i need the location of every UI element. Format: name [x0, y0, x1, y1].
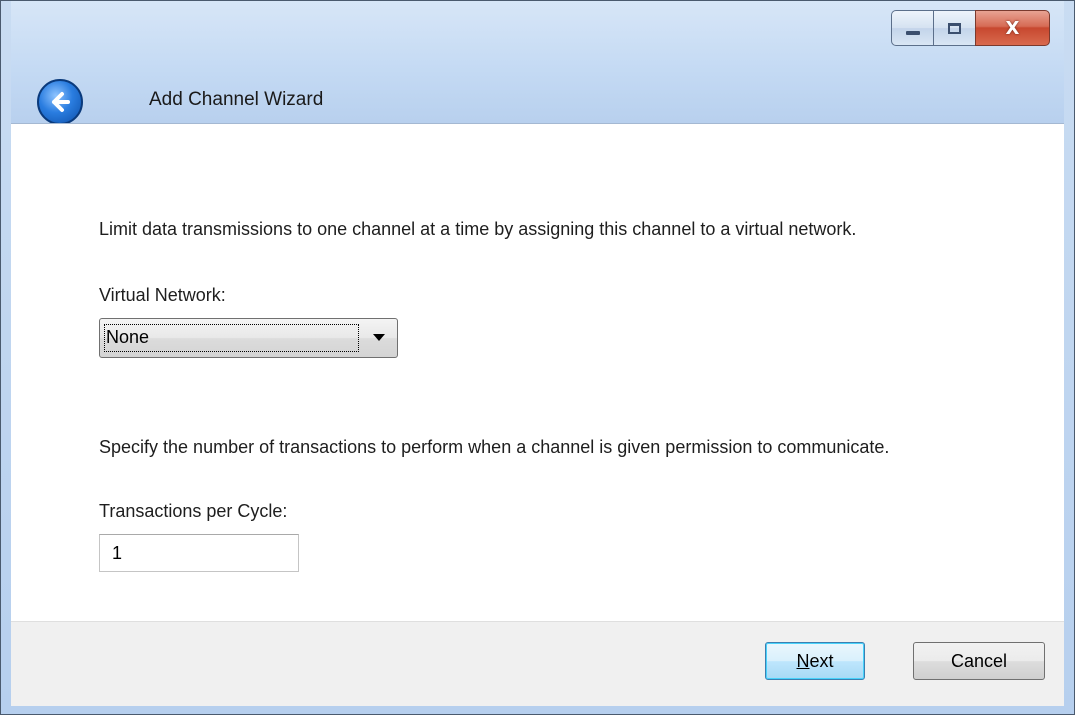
virtual-network-description: Limit data transmissions to one channel … — [99, 219, 857, 239]
next-button[interactable]: Next — [765, 642, 865, 680]
next-accelerator: N — [796, 650, 810, 671]
dropdown-arrow-icon[interactable] — [373, 334, 385, 341]
cancel-label: Cancel — [950, 650, 1008, 671]
title-bar: X Add Channel Wizard — [11, 1, 1064, 125]
maximize-icon — [948, 22, 961, 34]
wizard-footer: Next Cancel — [11, 621, 1064, 706]
virtual-network-select[interactable]: None — [99, 318, 398, 358]
virtual-network-value: None — [106, 327, 150, 347]
back-button[interactable] — [37, 79, 83, 125]
next-label: ext — [809, 650, 834, 671]
transactions-per-cycle-input[interactable]: 1 — [99, 534, 299, 572]
transactions-value: 1 — [112, 543, 123, 563]
minimize-icon — [905, 31, 920, 35]
transactions-description: Specify the number of transactions to pe… — [99, 437, 890, 457]
window-controls: X — [891, 10, 1050, 46]
close-button[interactable]: X — [975, 10, 1050, 46]
virtual-network-label: Virtual Network: — [99, 285, 226, 305]
maximize-button[interactable] — [933, 10, 975, 46]
cancel-button[interactable]: Cancel — [913, 642, 1045, 680]
transactions-label: Transactions per Cycle: — [99, 501, 288, 521]
wizard-title: Add Channel Wizard — [149, 89, 324, 110]
wizard-window: X Add Channel Wizard Limit data transmis… — [0, 0, 1075, 715]
minimize-button[interactable] — [891, 10, 933, 46]
back-arrow-icon — [52, 92, 70, 112]
wizard-content: Limit data transmissions to one channel … — [11, 123, 1064, 621]
close-icon: X — [1005, 17, 1020, 39]
